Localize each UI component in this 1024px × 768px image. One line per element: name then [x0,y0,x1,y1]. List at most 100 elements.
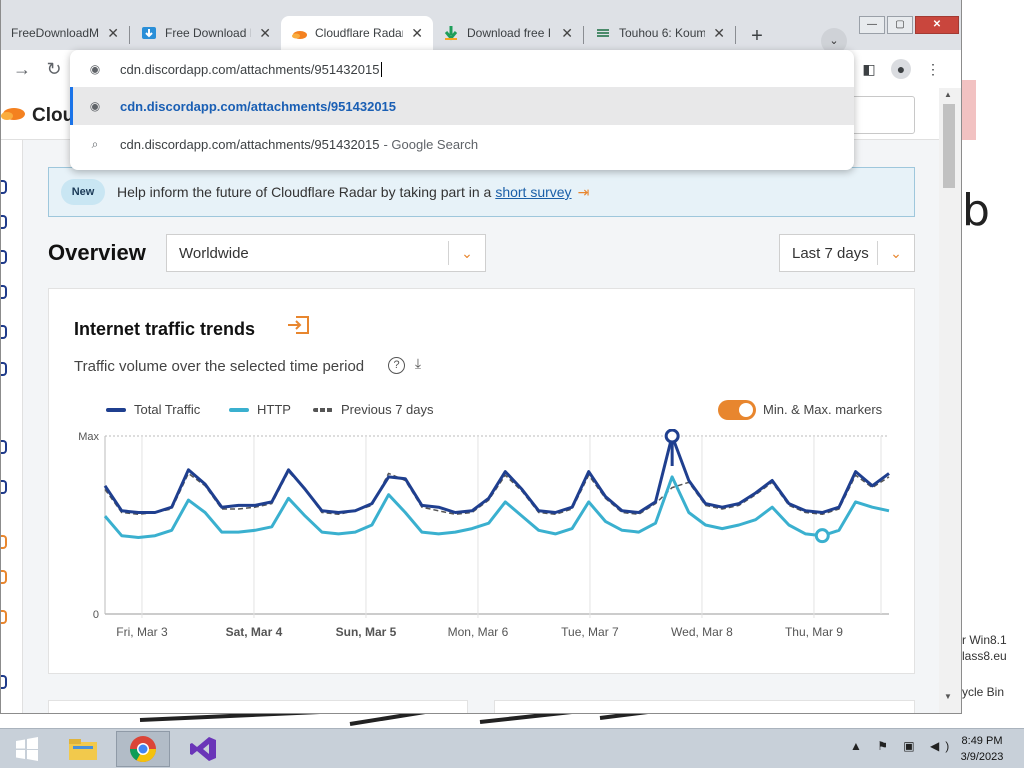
x-tick-label: Sun, Mar 5 [336,625,397,639]
suggestion-text: cdn.discordapp.com/attachments/951432015 [120,136,380,152]
clock-date: 3/9/2023 [960,751,1004,763]
legend-label: Total Traffic [134,402,201,417]
side-panel-icon[interactable]: ◧ [859,59,879,79]
close-icon[interactable]: ✕ [411,25,423,42]
sidebar-expand-icon[interactable] [1,675,7,689]
address-input-value: cdn.discordapp.com/attachments/951432015 [120,61,380,77]
tab-divider [129,26,130,44]
sidebar-icon[interactable] [1,535,7,549]
profile-avatar-icon[interactable]: ● [891,59,911,79]
download-icon[interactable]: ⤓ [415,355,421,371]
tab-download-free[interactable]: Download free I ✕ [433,16,583,50]
taskbar-clock[interactable]: 8:49 PM 3/9/2023 [950,733,1014,765]
tab-title: FreeDownloadM [11,26,100,40]
scroll-up-icon[interactable]: ▲ [944,90,952,99]
maximize-button[interactable]: ▢ [887,16,913,34]
x-tick-label: Tue, Mar 7 [561,625,619,639]
desktop-icon-labels[interactable]: r Win8.1 lass8.eu ycle Bin [962,632,1007,700]
y-tick-label: 0 [93,609,99,621]
sidebar-icon[interactable] [1,250,7,264]
new-badge: New [61,179,105,205]
tab-cloudflare-radar[interactable]: Cloudflare Radar ✕ [281,16,433,50]
minmax-toggle[interactable] [718,400,756,420]
card-subtitle: Traffic volume over the selected time pe… [74,358,365,375]
time-range-select[interactable]: Last 7 days ⌄ [779,234,915,272]
close-icon[interactable]: ✕ [107,25,119,42]
sidebar-icon[interactable] [1,180,7,194]
minimize-button[interactable]: — [859,16,885,34]
legend-label: HTTP [257,402,291,417]
legend-swatch [229,407,249,412]
download-arrow-favicon-icon [444,26,458,41]
max-marker [664,429,680,444]
survey-link[interactable]: short survey [495,184,571,200]
text-caret [381,61,383,77]
logo-text[interactable]: Clou [32,105,74,127]
omnibox-suggestion-search[interactable]: ⌕ cdn.discordapp.com/attachments/9514320… [70,125,854,163]
windows-taskbar: ▲ ⚑ ▣ ◀) 8:49 PM 3/9/2023 [0,728,1024,768]
page-scrollbar[interactable]: ▲ ▼ [939,88,961,713]
sidebar-icon[interactable] [1,285,7,299]
left-sidebar [1,140,23,713]
traffic-line-chart[interactable]: Max 0 Fri, Mar 3 Sat, Mar 4 Sun, Mar 5 Mon, M… [69,429,899,644]
external-link-icon[interactable]: ⇥ [578,184,590,201]
help-icon[interactable]: ? [388,357,405,374]
sidebar-icon[interactable] [1,610,7,624]
desktop-label-1: r Win8.1 [962,633,1007,647]
desktop-red-shape [962,80,976,140]
tab-touhou[interactable]: Touhou 6: Koum ✕ [585,16,735,50]
taskbar-chrome[interactable] [116,731,170,767]
reload-icon[interactable]: ↻ [43,58,65,80]
close-window-button[interactable]: ✕ [915,16,959,34]
tab-title: Download free I [467,26,552,40]
chevron-down-icon: ⌄ [461,244,473,261]
tab-free-download[interactable]: Free Download I ✕ [131,16,281,50]
sidebar-icon[interactable] [1,570,7,584]
close-icon[interactable]: ✕ [259,25,271,42]
close-icon[interactable]: ✕ [561,25,573,42]
page-title: Overview [48,240,146,265]
legend-total[interactable]: Total Traffic [106,402,200,417]
tab-title: Free Download I [165,26,252,40]
scroll-thumb[interactable] [943,104,955,188]
address-bar-input[interactable]: ◉ cdn.discordapp.com/attachments/9514320… [70,50,854,88]
location-select-value: Worldwide [179,244,249,262]
legend-previous[interactable]: Previous 7 days [313,402,434,417]
folder-icon [69,739,97,760]
scroll-down-icon[interactable]: ▼ [944,692,952,701]
legend-http[interactable]: HTTP [229,402,291,417]
legend-minmax: Min. & Max. markers [763,402,882,417]
browser-window: FreeDownloadM ✕ Free Download I ✕ Cloudf… [0,0,962,714]
chevron-down-icon: ⌄ [890,244,902,261]
start-button[interactable] [0,731,54,767]
system-tray[interactable]: ▲ ⚑ ▣ ◀) [850,739,955,753]
series-line-total-traffic [103,434,890,514]
cloudflare-logo-icon[interactable] [1,104,25,120]
sidebar-icon[interactable] [1,480,7,494]
location-select[interactable]: Worldwide ⌄ [166,234,486,272]
chrome-icon [129,736,157,763]
banner-text: Help inform the future of Cloudflare Rad… [117,184,492,200]
recycle-bin-label: ycle Bin [962,685,1005,699]
login-arrow-icon[interactable] [286,315,310,335]
sidebar-icon[interactable] [1,325,7,339]
tab-divider [583,26,584,44]
omnibox-suggestion-url[interactable]: ◉ cdn.discordapp.com/attachments/9514320… [70,87,854,125]
tab-divider [735,26,736,44]
new-tab-icon[interactable]: + [746,26,768,48]
close-icon[interactable]: ✕ [713,25,725,42]
taskbar-file-explorer[interactable] [56,731,110,767]
x-tick-label: Mon, Mar 6 [448,625,509,639]
menu-kebab-icon[interactable]: ⋮ [923,59,943,79]
forward-arrow-icon[interactable]: → [11,58,33,80]
clock-time: 8:49 PM [961,735,1003,747]
tab-freedownloadm[interactable]: FreeDownloadM ✕ [1,16,129,50]
x-tick-label: Sat, Mar 4 [226,625,283,639]
sidebar-icon[interactable] [1,362,7,376]
time-range-value: Last 7 days [792,244,869,262]
site-search-input[interactable] [851,96,915,134]
y-tick-label: Max [78,431,99,443]
sidebar-icon[interactable] [1,440,7,454]
taskbar-visual-studio[interactable] [176,731,230,767]
sidebar-icon[interactable] [1,215,7,229]
